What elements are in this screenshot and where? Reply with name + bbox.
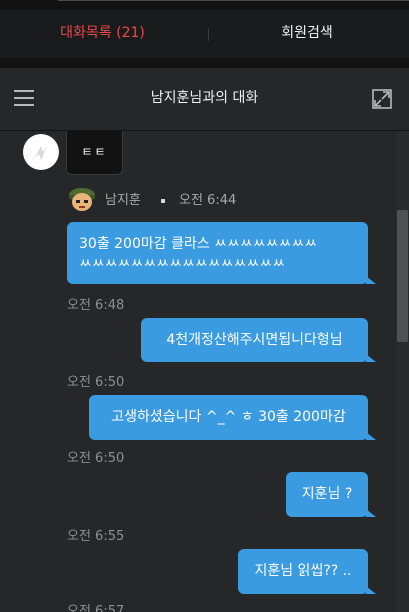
timestamp: 오전 6:55 <box>67 529 125 544</box>
separator-band <box>0 58 409 68</box>
chat-title: 남지훈님과의 대화 <box>150 90 259 106</box>
scrollbar-thumb[interactable] <box>397 210 408 342</box>
chat-area[interactable]: ㅌㅌ 남지훈 오전 6:44 30출 200마감 클라스 ㅆㅆㅆㅆㅆㅆㅆㅆ ㅆㅆ… <box>0 131 409 612</box>
message-bubble: 4천개정산해주시면됩니다형님 <box>141 318 376 362</box>
message-text: 30출 200마감 클라스 ㅆㅆㅆㅆㅆㅆㅆㅆ <box>79 236 318 252</box>
sparkle-icon <box>35 146 47 160</box>
message-bubble: ㅌㅌ <box>66 131 123 175</box>
message-text: ㅆㅆㅆㅆㅆㅆㅆㅆㅆㅆㅆㅆㅆㅆㅆㅆ <box>79 256 286 272</box>
tab-member-search[interactable]: 회원검색 <box>205 10 409 58</box>
timestamp: 오전 6:44 <box>179 193 237 208</box>
divider <box>58 0 409 1</box>
tab-chat-list[interactable]: 대화목록 (21) <box>0 10 205 58</box>
top-strip <box>0 0 409 10</box>
chat-header: 남지훈님과의 대화 <box>0 68 409 131</box>
expand-window-icon[interactable] <box>372 89 392 109</box>
avatar <box>69 188 95 211</box>
message-bubble: 30출 200마감 클라스 ㅆㅆㅆㅆㅆㅆㅆㅆ ㅆㅆㅆㅆㅆㅆㅆㅆㅆㅆㅆㅆㅆㅆㅆㅆ <box>67 222 376 284</box>
timestamp: 오전 6:50 <box>67 375 125 390</box>
timestamp: 오전 6:57 <box>67 604 125 612</box>
separator-dot <box>161 199 165 203</box>
timestamp: 오전 6:50 <box>67 451 125 466</box>
scrollbar-track[interactable] <box>396 131 409 612</box>
tab-bar: 대화목록 (21) 회원검색 <box>0 10 409 58</box>
message-bubble: 고생하셨습니다 ^_^ ㅎ 30출 200마감 <box>89 395 376 440</box>
sender-name: 남지훈 <box>105 193 141 208</box>
timestamp: 오전 6:48 <box>67 298 125 313</box>
message-bubble: 지훈님 ? <box>286 472 376 517</box>
system-avatar <box>23 134 59 170</box>
message-bubble: 지훈님 읽씹?? .. <box>238 549 376 594</box>
